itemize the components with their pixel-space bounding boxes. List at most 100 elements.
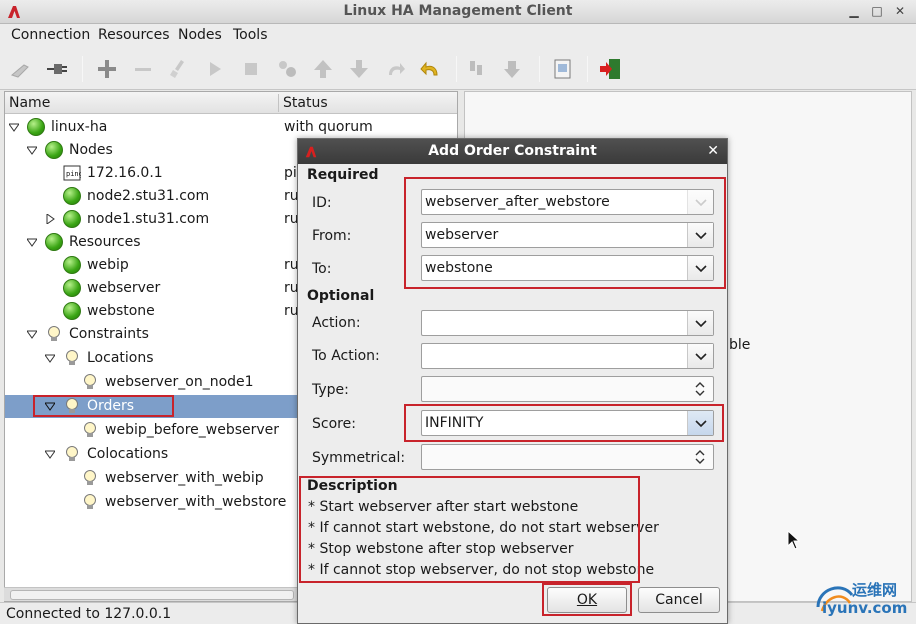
lightbulb-icon: [66, 446, 78, 461]
close-button[interactable]: ✕: [893, 4, 907, 18]
chevron-down-icon: [695, 320, 707, 328]
description-section-title: Description: [307, 478, 398, 494]
chevron-down-icon[interactable]: [27, 237, 37, 247]
description-line: * Start webserver after start webstone: [308, 499, 579, 515]
to-combobox[interactable]: webstone: [421, 255, 714, 281]
cancel-button[interactable]: Cancel: [638, 587, 720, 613]
from-value: webserver: [425, 227, 499, 243]
green-status-icon: [27, 118, 45, 136]
scrollbar-thumb[interactable]: [10, 590, 294, 600]
green-status-icon: [63, 256, 81, 274]
from-label: From:: [312, 228, 352, 244]
chevron-down-icon[interactable]: [27, 145, 37, 155]
up-down-arrows-icon: [695, 382, 705, 396]
symmetrical-dropdown-arrow[interactable]: [687, 445, 713, 469]
tree-label: webserver_with_webip: [105, 470, 264, 486]
tree-label: webip_before_webserver: [105, 422, 280, 438]
svg-text:ping: ping: [66, 170, 81, 178]
symmetrical-label: Symmetrical:: [312, 450, 406, 466]
redo-icon[interactable]: [383, 57, 407, 81]
id-value: webserver_after_webstore: [425, 194, 610, 210]
chevron-down-icon: [695, 353, 707, 361]
remove-icon[interactable]: [131, 57, 155, 81]
stop-icon[interactable]: [239, 57, 263, 81]
chevron-down-icon[interactable]: [45, 401, 55, 411]
move-up-icon[interactable]: [311, 57, 335, 81]
to-value: webstone: [425, 260, 493, 276]
green-status-icon: [63, 187, 81, 205]
green-status-icon: [63, 279, 81, 297]
add-icon[interactable]: [95, 57, 119, 81]
chevron-down-icon: [695, 232, 707, 240]
to-action-combobox[interactable]: [421, 343, 714, 369]
migrate-icon[interactable]: [275, 57, 299, 81]
lightbulb-icon: [66, 350, 78, 365]
tree-label: Resources: [69, 234, 141, 250]
start-icon[interactable]: [203, 57, 227, 81]
tree-header: Name Status: [5, 92, 457, 114]
to-dropdown-arrow[interactable]: [687, 256, 713, 280]
score-combobox[interactable]: INFINITY: [421, 410, 714, 436]
chevron-right-icon[interactable]: [45, 214, 55, 224]
score-dropdown-arrow[interactable]: [687, 411, 713, 435]
detail-panel-text: ble: [729, 337, 751, 353]
type-combobox[interactable]: [421, 376, 714, 402]
chevron-down-icon[interactable]: [27, 329, 37, 339]
tree-horizontal-scrollbar[interactable]: [4, 587, 297, 601]
green-status-icon: [45, 233, 63, 251]
to-action-dropdown-arrow[interactable]: [687, 344, 713, 368]
to-label: To:: [312, 261, 332, 277]
exit-icon[interactable]: [598, 57, 622, 81]
menu-nodes[interactable]: Nodes: [178, 27, 222, 43]
id-combobox[interactable]: webserver_after_webstore: [421, 189, 714, 215]
chevron-down-icon[interactable]: [9, 122, 19, 132]
chevron-down-icon: [695, 420, 707, 428]
watermark-cn: 运维网: [852, 581, 898, 599]
undo-icon[interactable]: [419, 57, 443, 81]
symmetrical-combobox[interactable]: [421, 444, 714, 470]
chevron-down-icon[interactable]: [45, 353, 55, 363]
chevron-down-icon: [695, 199, 707, 207]
description-line: * If cannot stop webserver, do not stop …: [308, 562, 655, 578]
description-line: * If cannot start webstone, do not start…: [308, 520, 659, 536]
menu-resources[interactable]: Resources: [98, 27, 170, 43]
score-value: INFINITY: [425, 415, 484, 431]
lightbulb-icon: [84, 374, 96, 389]
from-combobox[interactable]: webserver: [421, 222, 714, 248]
menu-tools[interactable]: Tools: [233, 27, 268, 43]
type-dropdown-arrow[interactable]: [687, 377, 713, 401]
chevron-down-icon[interactable]: [45, 449, 55, 459]
ok-button[interactable]: OK: [547, 587, 627, 613]
cleanup-icon[interactable]: [167, 57, 191, 81]
up-down-arrows-icon: [695, 450, 705, 464]
green-status-icon: [63, 210, 81, 228]
active-icon[interactable]: [502, 57, 526, 81]
lightbulb-icon: [66, 398, 78, 413]
tree-label: Orders: [87, 398, 135, 414]
id-dropdown-arrow[interactable]: [687, 190, 713, 214]
cancel-button-label: Cancel: [655, 592, 703, 608]
maximize-button[interactable]: □: [870, 4, 884, 18]
dialog-close-button[interactable]: ✕: [707, 143, 719, 159]
action-combobox[interactable]: [421, 310, 714, 336]
move-down-icon[interactable]: [347, 57, 371, 81]
standby-icon[interactable]: [466, 57, 490, 81]
from-dropdown-arrow[interactable]: [687, 223, 713, 247]
menu-connection[interactable]: Connection: [11, 27, 90, 43]
ping-node-icon: ping: [63, 165, 81, 181]
mouse-cursor-icon: [787, 530, 801, 550]
lightbulb-icon: [48, 326, 60, 341]
action-label: Action:: [312, 315, 361, 331]
connect-icon[interactable]: [45, 57, 69, 81]
disconnect-icon[interactable]: [10, 57, 34, 81]
tree-status: with quorum: [284, 119, 373, 135]
column-name[interactable]: Name: [9, 95, 50, 111]
menu-bar: Connection Resources Nodes Tools: [0, 24, 916, 48]
column-status[interactable]: Status: [283, 95, 328, 111]
action-dropdown-arrow[interactable]: [687, 311, 713, 335]
status-text: Connected to 127.0.0.1: [6, 606, 172, 622]
tree-label: webserver_with_webstore: [105, 494, 287, 510]
minimize-button[interactable]: ▁: [847, 4, 861, 18]
view-xml-icon[interactable]: [551, 57, 575, 81]
tree-row-linux-ha[interactable]: linux-ha with quorum: [5, 116, 457, 139]
